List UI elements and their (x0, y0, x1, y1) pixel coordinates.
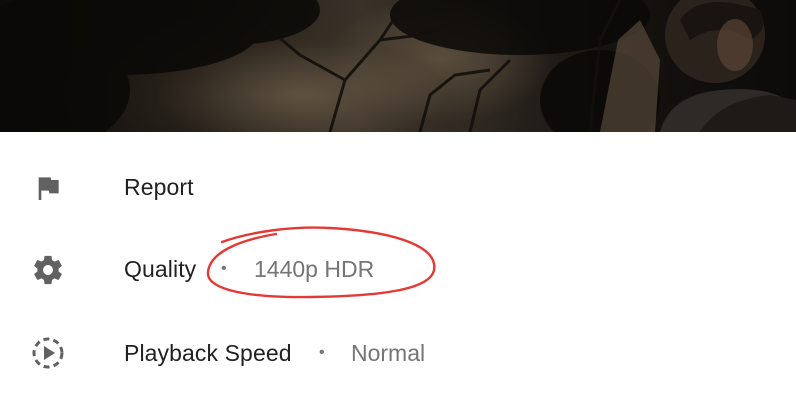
menu-item-quality[interactable]: Quality • 1440p HDR (0, 230, 796, 310)
menu-item-playback-speed[interactable]: Playback Speed • Normal (0, 313, 796, 393)
menu-item-report[interactable]: Report (0, 148, 796, 228)
video-thumbnail[interactable] (0, 0, 796, 132)
report-label: Report (124, 174, 194, 200)
playback-speed-value: Normal (351, 340, 426, 366)
quality-label: Quality (124, 256, 197, 282)
playback-speed-label: Playback Speed (124, 340, 292, 366)
settings-sheet: Report Quality • 1440p HDR Playback Spee… (0, 0, 796, 412)
quality-separator: • (221, 260, 227, 277)
quality-value: 1440p HDR (254, 256, 375, 282)
video-scene (0, 0, 796, 132)
playback-speed-icon (28, 333, 68, 373)
playback-speed-separator: • (319, 344, 325, 361)
gear-icon (28, 250, 68, 290)
flag-icon (28, 168, 68, 208)
